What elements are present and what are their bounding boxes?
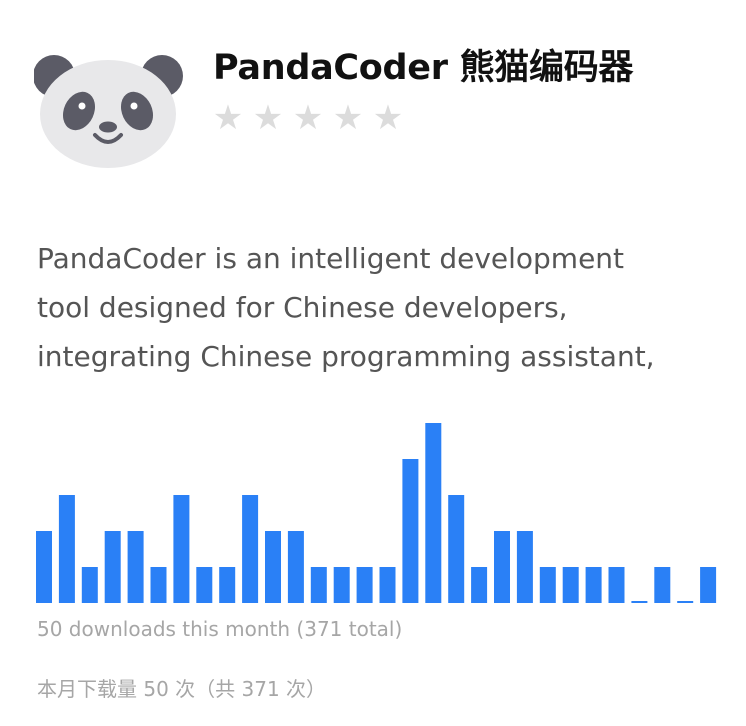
chart-bar xyxy=(104,531,121,603)
description-line: tool designed for Chinese developers, xyxy=(37,291,568,324)
star-icon: ★ xyxy=(252,98,284,138)
chart-bar xyxy=(631,601,648,603)
package-title: PandaCoder 熊猫编码器 xyxy=(213,48,634,88)
chart-bar xyxy=(448,495,465,603)
star-rating: ★ ★ ★ ★ ★ xyxy=(212,98,404,138)
chart-bar xyxy=(471,567,488,603)
star-icon: ★ xyxy=(212,98,244,138)
package-description: PandaCoder is an intelligent development… xyxy=(37,234,717,381)
downloads-stat-zh: 本月下载量 50 次（共 371 次） xyxy=(37,677,327,701)
chart-bar xyxy=(516,531,533,603)
chart-bar xyxy=(81,567,98,603)
chart-bar xyxy=(242,495,259,603)
chart-bar xyxy=(608,567,625,603)
chart-bar xyxy=(539,567,556,603)
chart-bar xyxy=(654,567,671,603)
chart-bar xyxy=(173,495,190,603)
chart-bar xyxy=(265,531,281,603)
star-icon: ★ xyxy=(332,98,364,138)
chart-bar xyxy=(585,567,602,603)
star-icon: ★ xyxy=(372,98,404,138)
panda-logo-icon xyxy=(34,55,183,168)
chart-bar xyxy=(356,567,373,603)
chart-bar xyxy=(562,567,579,603)
chart-bar xyxy=(127,531,144,603)
chart-bar xyxy=(196,567,213,603)
chart-bar xyxy=(287,531,304,603)
chart-bar xyxy=(310,567,327,603)
package-card: PandaCoder 熊猫编码器 ★ ★ ★ ★ ★ PandaCoder is… xyxy=(0,0,746,726)
chart-bar xyxy=(379,567,396,603)
description-line: integrating Chinese programming assistan… xyxy=(37,340,655,373)
chart-bar xyxy=(402,459,419,603)
downloads-bar-chart xyxy=(36,423,717,603)
downloads-stat-en: 50 downloads this month (371 total) xyxy=(37,617,403,641)
chart-bar xyxy=(58,495,75,603)
chart-bar xyxy=(219,567,236,603)
chart-bar xyxy=(333,567,350,603)
star-icon: ★ xyxy=(292,98,324,138)
chart-bar xyxy=(700,567,717,603)
chart-bar xyxy=(36,531,52,603)
chart-bar xyxy=(425,423,442,603)
chart-bar xyxy=(150,567,167,603)
description-line: PandaCoder is an intelligent development xyxy=(37,242,625,275)
chart-bar xyxy=(677,601,694,603)
chart-bar xyxy=(494,531,510,603)
